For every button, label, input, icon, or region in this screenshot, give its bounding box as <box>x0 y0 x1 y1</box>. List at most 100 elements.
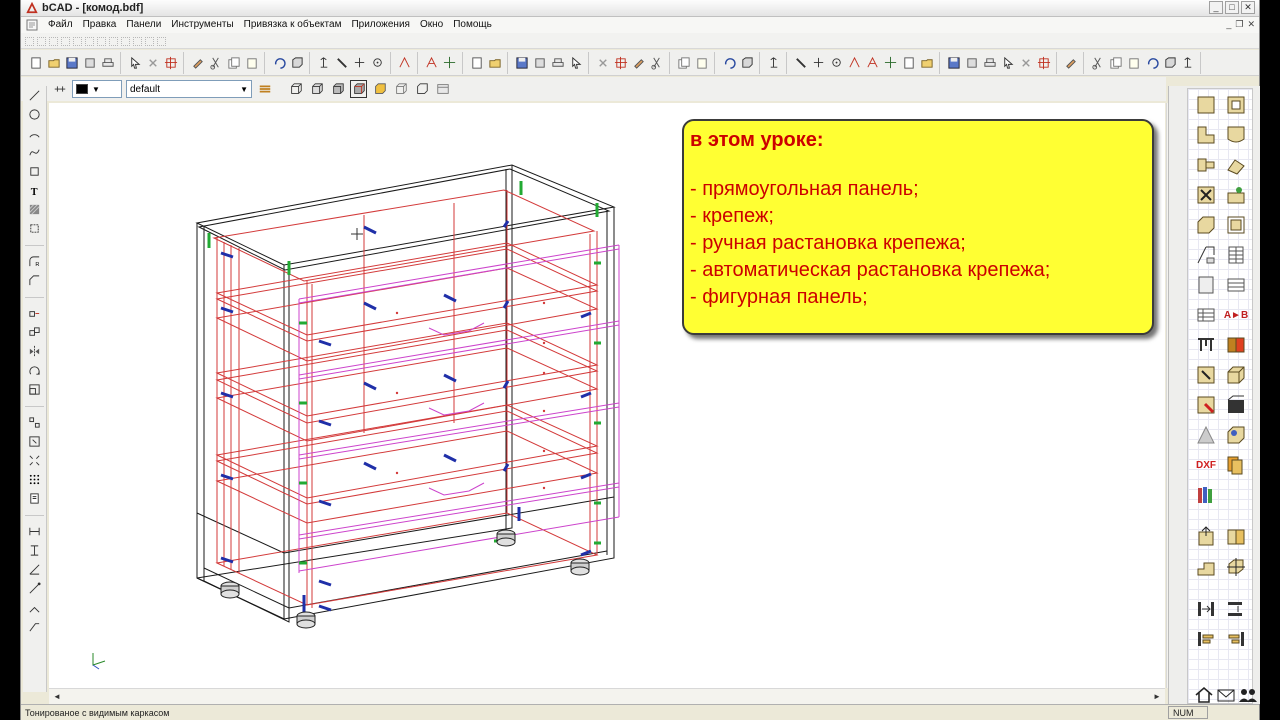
scroll-right-icon[interactable]: ► <box>1150 690 1164 704</box>
stack-panels-icon[interactable] <box>1224 453 1248 477</box>
snap-diag-b-icon[interactable] <box>630 54 647 72</box>
curve-f-icon[interactable] <box>882 54 899 72</box>
line-tool-icon[interactable] <box>23 86 45 104</box>
copy-tool-icon[interactable] <box>23 323 45 341</box>
menu-edit[interactable]: Правка <box>78 17 122 33</box>
bcad-app-icon[interactable] <box>25 1 39 15</box>
cross-snap-icon[interactable] <box>468 54 485 72</box>
rotate-tool-icon[interactable] <box>23 361 45 379</box>
view-rendered-icon[interactable] <box>371 80 388 98</box>
view-wireframe-icon[interactable] <box>287 80 304 98</box>
snap-line-icon[interactable] <box>648 54 665 72</box>
view-transparent-icon[interactable] <box>392 80 409 98</box>
paste-icon[interactable] <box>243 54 260 72</box>
pick-icon[interactable] <box>441 54 458 72</box>
curve-a-icon[interactable] <box>792 54 809 72</box>
region-tool-icon[interactable] <box>23 219 45 237</box>
move-snap-icon[interactable] <box>486 54 503 72</box>
doors-icon[interactable] <box>1224 333 1248 357</box>
stretch-tool-icon[interactable] <box>23 432 45 450</box>
menu-window[interactable]: Окно <box>415 17 448 33</box>
layers-icon[interactable] <box>256 80 273 98</box>
curve-g-icon[interactable] <box>900 54 917 72</box>
redo-icon[interactable] <box>288 54 305 72</box>
spline-tool-icon[interactable] <box>23 143 45 161</box>
rectangle-tool-icon[interactable] <box>23 162 45 180</box>
cabinet-icon[interactable] <box>1224 213 1248 237</box>
open-file-icon[interactable] <box>45 54 62 72</box>
menu-panels[interactable]: Панели <box>121 17 166 33</box>
leader-tool-icon[interactable] <box>23 617 45 635</box>
camera-icon[interactable] <box>1089 54 1106 72</box>
rect-panel-icon[interactable] <box>1194 93 1218 117</box>
curve-b-icon[interactable] <box>810 54 827 72</box>
blank-tool-icon[interactable] <box>396 54 413 72</box>
box-view-icon[interactable] <box>315 54 332 72</box>
mdi-close-button[interactable]: ✕ <box>1247 19 1255 30</box>
paint-panel-icon[interactable] <box>1224 423 1248 447</box>
box-top-icon[interactable] <box>369 54 386 72</box>
plane-a-icon[interactable] <box>945 54 962 72</box>
cube-c-icon[interactable] <box>549 54 566 72</box>
curved-panel-icon[interactable] <box>1224 123 1248 147</box>
mirror-tool-icon[interactable] <box>23 342 45 360</box>
new-file-icon[interactable] <box>27 54 44 72</box>
arc-snap-b-icon[interactable] <box>693 54 710 72</box>
sheet-icon[interactable] <box>1194 273 1218 297</box>
align-panels-icon[interactable] <box>1224 525 1248 549</box>
plane-e-icon[interactable] <box>1017 54 1034 72</box>
plane-c-icon[interactable] <box>981 54 998 72</box>
plane-b-icon[interactable] <box>963 54 980 72</box>
cube-b-icon[interactable] <box>531 54 548 72</box>
circle-tool-icon[interactable] <box>23 105 45 123</box>
close-button[interactable]: ✕ <box>1241 1 1255 14</box>
drawer-box-icon[interactable] <box>1224 363 1248 387</box>
print-icon[interactable] <box>99 54 116 72</box>
bulb-icon[interactable] <box>1125 54 1142 72</box>
scale-tool-icon[interactable] <box>23 380 45 398</box>
plane-d-icon[interactable] <box>999 54 1016 72</box>
blank-tool-icon[interactable] <box>1062 54 1079 72</box>
fillet-tool-icon[interactable]: R <box>23 252 45 270</box>
crop-icon[interactable] <box>162 54 179 72</box>
rotate-panel-icon[interactable] <box>1224 555 1248 579</box>
view-outline-icon[interactable] <box>413 80 430 98</box>
target-icon[interactable] <box>738 54 755 72</box>
figured-panel-icon[interactable] <box>1194 123 1218 147</box>
dimension-angle-icon[interactable] <box>23 560 45 578</box>
document-icon[interactable] <box>25 19 39 31</box>
select-panel-icon[interactable] <box>1194 363 1218 387</box>
distribute-h-icon[interactable] <box>1194 597 1218 621</box>
light-icon[interactable] <box>1107 54 1124 72</box>
copy-icon[interactable] <box>225 54 242 72</box>
color-select[interactable]: ▼ <box>72 80 122 98</box>
dimension-vertical-icon[interactable] <box>23 541 45 559</box>
library-icon[interactable] <box>1194 483 1218 507</box>
dimension-chain-icon[interactable] <box>23 598 45 616</box>
menu-file[interactable]: Файл <box>43 17 78 33</box>
move-panel-icon[interactable] <box>1194 525 1218 549</box>
grid-tool-icon[interactable] <box>23 470 45 488</box>
snap-anchor-icon[interactable] <box>423 54 440 72</box>
line-style-icon[interactable] <box>51 80 68 98</box>
dxf-export-icon[interactable]: DXF <box>1194 453 1218 477</box>
explode-tool-icon[interactable] <box>23 451 45 469</box>
scroll-left-icon[interactable]: ◄ <box>50 690 64 704</box>
edge-band-icon[interactable] <box>1194 243 1218 267</box>
chamfer-tool-icon[interactable] <box>23 271 45 289</box>
save-icon[interactable] <box>63 54 80 72</box>
dimension-radius-icon[interactable] <box>23 579 45 597</box>
menu-snap[interactable]: Привязка к объектам <box>239 17 347 33</box>
fastener-tool-icon[interactable] <box>1194 183 1218 207</box>
eraser-icon[interactable] <box>189 54 206 72</box>
snap-diag-a-icon[interactable] <box>612 54 629 72</box>
view-shaded-icon[interactable] <box>329 80 346 98</box>
view-shaded-edges-icon[interactable] <box>350 80 367 98</box>
menu-help[interactable]: Помощь <box>448 17 497 33</box>
hatch-panel-icon[interactable] <box>1224 393 1248 417</box>
arc-tool-icon[interactable] <box>23 124 45 142</box>
hardware-icon[interactable] <box>1194 333 1218 357</box>
spec-table-icon[interactable] <box>1224 243 1248 267</box>
curve-d-icon[interactable] <box>846 54 863 72</box>
properties-tool-icon[interactable] <box>23 489 45 507</box>
